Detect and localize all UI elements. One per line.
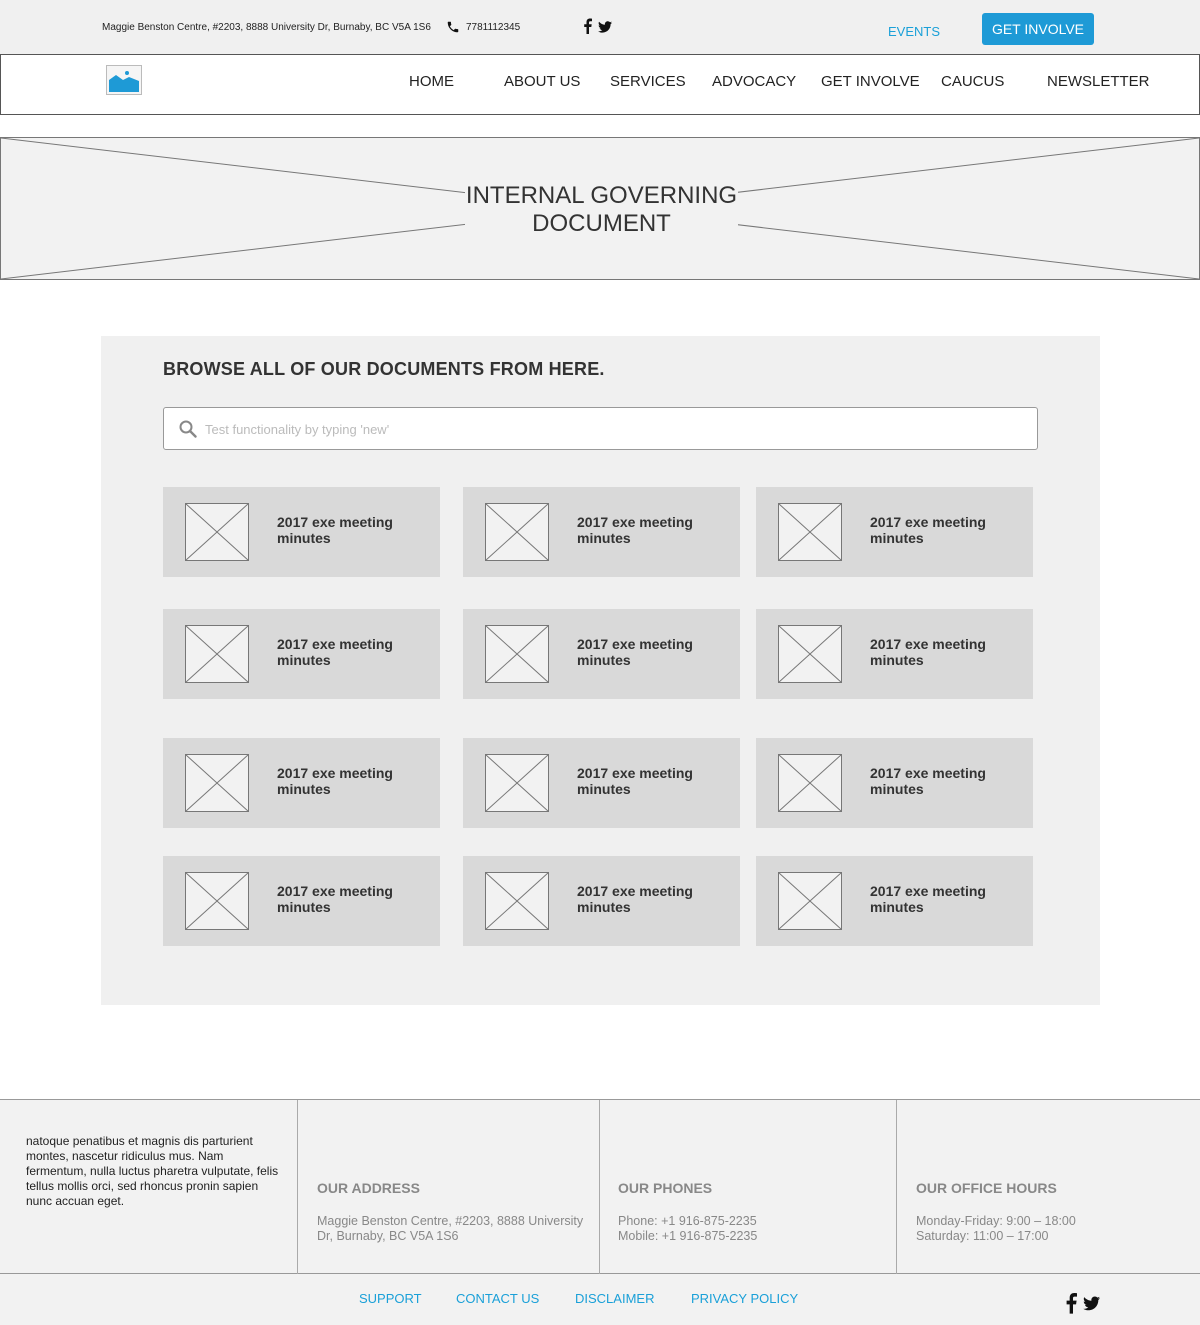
document-title: 2017 exe meeting minutes bbox=[577, 765, 693, 797]
header-social bbox=[583, 18, 612, 39]
document-card[interactable]: 2017 exe meeting minutes bbox=[756, 609, 1033, 699]
placeholder-image-icon bbox=[485, 754, 549, 812]
footer-address: OUR ADDRESS Maggie Benston Centre, #2203… bbox=[298, 1100, 600, 1275]
document-title: 2017 exe meeting minutes bbox=[577, 883, 693, 915]
page-title: INTERNAL GOVERNING DOCUMENT bbox=[465, 180, 738, 240]
contact-us-link[interactable]: CONTACT US bbox=[456, 1291, 539, 1306]
footer-address-heading: OUR ADDRESS bbox=[317, 1180, 420, 1196]
document-title: 2017 exe meeting minutes bbox=[577, 636, 693, 668]
footer-blurb: natoque penatibus et magnis dis parturie… bbox=[26, 1134, 279, 1208]
support-link[interactable]: SUPPORT bbox=[359, 1291, 422, 1306]
disclaimer-link[interactable]: DISCLAIMER bbox=[575, 1291, 654, 1306]
hero-banner: INTERNAL GOVERNING DOCUMENT bbox=[0, 137, 1200, 280]
footer-phones: OUR PHONES Phone: +1 916-875-2235 Mobile… bbox=[600, 1100, 897, 1275]
document-card[interactable]: 2017 exe meeting minutes bbox=[463, 609, 740, 699]
documents-heading: BROWSE ALL OF OUR DOCUMENTS FROM HERE. bbox=[163, 359, 605, 379]
document-card[interactable]: 2017 exe meeting minutes bbox=[163, 609, 440, 699]
top-bar: Maggie Benston Centre, #2203, 8888 Unive… bbox=[0, 0, 1200, 55]
document-title: 2017 exe meeting minutes bbox=[277, 514, 393, 546]
search-input[interactable] bbox=[205, 416, 1005, 442]
document-title: 2017 exe meeting minutes bbox=[577, 514, 693, 546]
placeholder-image-icon bbox=[485, 872, 549, 930]
main-nav: HOME ABOUT US SERVICES ADVOCACY GET INVO… bbox=[0, 54, 1200, 115]
documents-panel: BROWSE ALL OF OUR DOCUMENTS FROM HERE. 2… bbox=[101, 336, 1100, 1005]
placeholder-image-icon bbox=[185, 503, 249, 561]
placeholder-image-icon bbox=[778, 503, 842, 561]
placeholder-image-icon bbox=[185, 872, 249, 930]
footer-hours-saturday: Saturday: 11:00 – 17:00 bbox=[916, 1229, 1049, 1243]
document-card[interactable]: 2017 exe meeting minutes bbox=[163, 487, 440, 577]
footer-hours-heading: OUR OFFICE HOURS bbox=[916, 1180, 1057, 1196]
search-box bbox=[163, 407, 1038, 450]
twitter-icon[interactable] bbox=[598, 20, 612, 38]
nav-item-about-us[interactable]: ABOUT US bbox=[504, 73, 580, 90]
document-card[interactable]: 2017 exe meeting minutes bbox=[463, 487, 740, 577]
placeholder-image-icon bbox=[778, 625, 842, 683]
document-title: 2017 exe meeting minutes bbox=[870, 765, 986, 797]
document-title: 2017 exe meeting minutes bbox=[277, 636, 393, 668]
document-card[interactable]: 2017 exe meeting minutes bbox=[463, 856, 740, 946]
footer-hours-text: Monday-Friday: 9:00 – 18:00 Saturday: 11… bbox=[916, 1214, 1186, 1244]
footer-social bbox=[1065, 1292, 1100, 1319]
placeholder-image-icon bbox=[485, 625, 549, 683]
header-address: Maggie Benston Centre, #2203, 8888 Unive… bbox=[102, 22, 431, 33]
document-card[interactable]: 2017 exe meeting minutes bbox=[756, 738, 1033, 828]
get-involve-button[interactable]: GET INVOLVE bbox=[982, 13, 1094, 45]
placeholder-image-icon bbox=[778, 754, 842, 812]
phone-icon bbox=[446, 20, 460, 34]
events-link[interactable]: EVENTS bbox=[888, 24, 940, 39]
footer: natoque penatibus et magnis dis parturie… bbox=[0, 1099, 1200, 1275]
footer-address-text: Maggie Benston Centre, #2203, 8888 Unive… bbox=[317, 1214, 584, 1243]
footer-hours-weekday: Monday-Friday: 9:00 – 18:00 bbox=[916, 1214, 1076, 1228]
nav-item-home[interactable]: HOME bbox=[409, 73, 454, 90]
footer-phone-line: Phone: +1 916-875-2235 bbox=[618, 1214, 757, 1228]
nav-item-advocacy[interactable]: ADVOCACY bbox=[712, 73, 796, 90]
privacy-policy-link[interactable]: PRIVACY POLICY bbox=[691, 1291, 798, 1306]
document-title: 2017 exe meeting minutes bbox=[870, 636, 986, 668]
bottom-bar: SUPPORT CONTACT US DISCLAIMER PRIVACY PO… bbox=[0, 1274, 1200, 1325]
document-card[interactable]: 2017 exe meeting minutes bbox=[756, 856, 1033, 946]
placeholder-image-icon bbox=[185, 754, 249, 812]
facebook-icon[interactable] bbox=[583, 18, 592, 39]
twitter-icon[interactable] bbox=[1083, 1295, 1100, 1316]
document-title: 2017 exe meeting minutes bbox=[870, 883, 986, 915]
image-logo-icon[interactable] bbox=[106, 65, 142, 95]
document-card[interactable]: 2017 exe meeting minutes bbox=[163, 738, 440, 828]
nav-item-get-involve[interactable]: GET INVOLVE bbox=[821, 73, 920, 90]
document-title: 2017 exe meeting minutes bbox=[277, 883, 393, 915]
nav-item-services[interactable]: SERVICES bbox=[610, 73, 686, 90]
footer-phones-text: Phone: +1 916-875-2235 Mobile: +1 916-87… bbox=[618, 1214, 878, 1244]
footer-hours: OUR OFFICE HOURS Monday-Friday: 9:00 – 1… bbox=[897, 1100, 1200, 1275]
placeholder-image-icon bbox=[185, 625, 249, 683]
footer-phones-heading: OUR PHONES bbox=[618, 1180, 713, 1196]
document-card[interactable]: 2017 exe meeting minutes bbox=[756, 487, 1033, 577]
facebook-icon[interactable] bbox=[1065, 1292, 1077, 1319]
document-card[interactable]: 2017 exe meeting minutes bbox=[163, 856, 440, 946]
placeholder-image-icon bbox=[485, 503, 549, 561]
search-icon bbox=[179, 420, 197, 438]
footer-about: natoque penatibus et magnis dis parturie… bbox=[0, 1100, 298, 1275]
document-card[interactable]: 2017 exe meeting minutes bbox=[463, 738, 740, 828]
document-title: 2017 exe meeting minutes bbox=[277, 765, 393, 797]
header-phone: 7781112345 bbox=[466, 22, 521, 33]
placeholder-image-icon bbox=[778, 872, 842, 930]
nav-item-newsletter[interactable]: NEWSLETTER bbox=[1047, 73, 1150, 90]
nav-item-caucus[interactable]: CAUCUS bbox=[941, 73, 1004, 90]
footer-mobile-line: Mobile: +1 916-875-2235 bbox=[618, 1229, 758, 1243]
document-title: 2017 exe meeting minutes bbox=[870, 514, 986, 546]
